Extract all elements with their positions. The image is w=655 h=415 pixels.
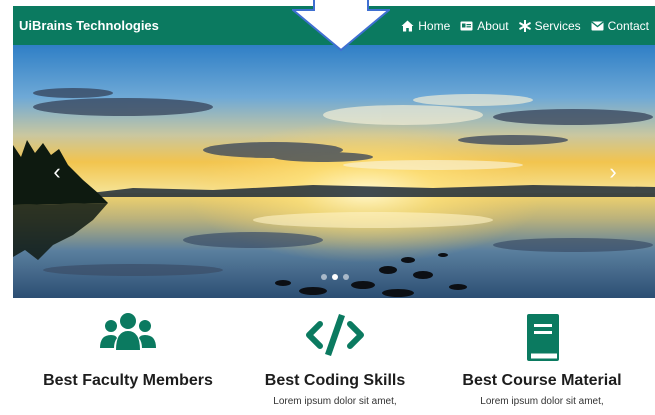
down-arrow-icon xyxy=(292,0,390,52)
id-card-icon xyxy=(460,21,473,31)
home-icon xyxy=(401,20,414,32)
code-icon xyxy=(235,312,435,362)
nav-item-label: Contact xyxy=(607,18,649,33)
nav-item-label: Services xyxy=(534,18,581,33)
page: UiBrains Technologies Home About Service… xyxy=(0,0,655,415)
feature-material: Best Course Material Lorem ipsum dolor s… xyxy=(442,312,642,407)
feature-coding: Best Coding Skills Lorem ipsum dolor sit… xyxy=(235,312,435,407)
carousel-next-button[interactable]: › xyxy=(603,158,623,186)
carousel-dot[interactable] xyxy=(321,274,327,280)
feature-text: Lorem ipsum dolor sit amet, xyxy=(480,396,604,407)
carousel-indicators xyxy=(321,274,354,280)
carousel-dot[interactable] xyxy=(332,274,338,280)
book-icon xyxy=(442,312,642,362)
feature-text: Lorem ipsum dolor sit amet, xyxy=(273,396,397,407)
carousel-dot[interactable] xyxy=(343,274,349,280)
feature-title: Best Coding Skills xyxy=(264,372,406,389)
nav-menu: Home About Services Contact xyxy=(391,6,649,45)
nav-item-label: About xyxy=(477,18,509,33)
feature-title: Best Course Material xyxy=(462,372,622,389)
carousel-prev-button[interactable]: ‹ xyxy=(47,158,67,186)
feature-faculty: Best Faculty Members xyxy=(28,312,228,396)
feature-title: Best Faculty Members xyxy=(43,372,213,389)
asterisk-icon xyxy=(518,19,531,32)
nav-item-services[interactable]: Services xyxy=(518,18,581,33)
lake-sunset-image xyxy=(13,45,655,298)
nav-item-home[interactable]: Home xyxy=(401,19,450,33)
nav-item-about[interactable]: About xyxy=(460,18,509,33)
nav-item-label: Home xyxy=(418,18,451,33)
envelope-icon xyxy=(591,20,604,31)
users-icon xyxy=(28,312,228,362)
brand-logo[interactable]: UiBrains Technologies xyxy=(19,6,159,45)
hero-carousel[interactable]: ‹ › xyxy=(13,45,655,298)
nav-item-contact[interactable]: Contact xyxy=(591,19,649,33)
